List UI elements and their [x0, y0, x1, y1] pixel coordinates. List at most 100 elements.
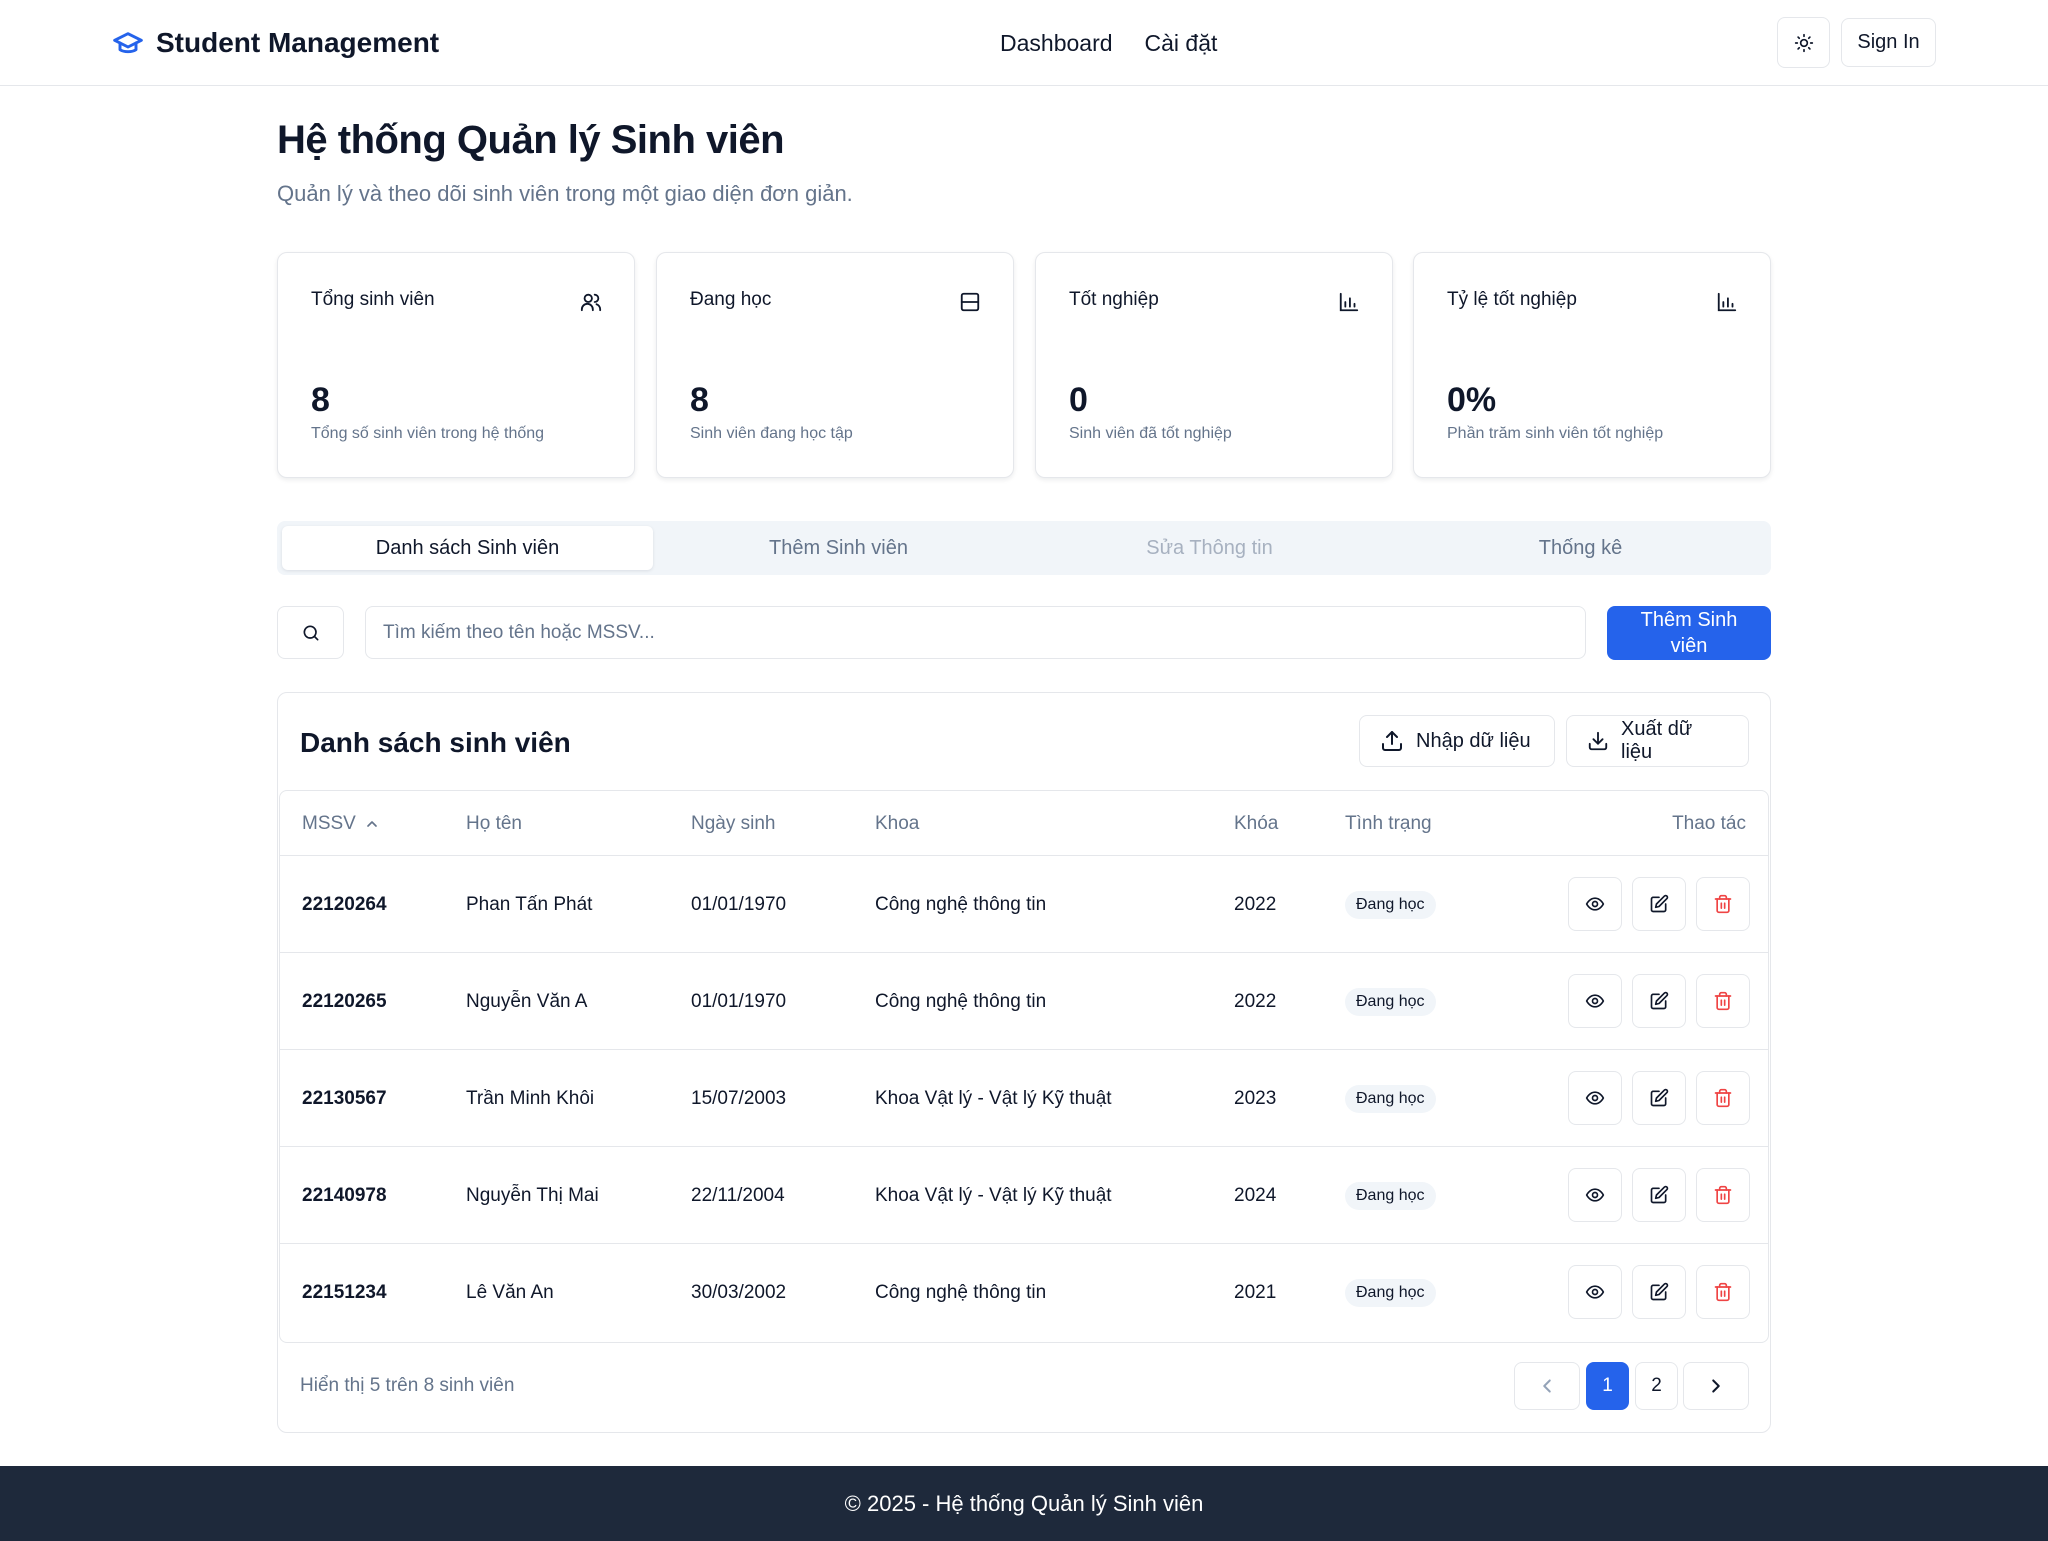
cell-dob: 30/03/2002 — [691, 1281, 787, 1303]
stat-description: Phần trăm sinh viên tốt nghiệp — [1447, 425, 1664, 442]
edit-button[interactable] — [1632, 1265, 1686, 1319]
edit-icon — [1649, 1185, 1669, 1205]
edit-icon — [1649, 991, 1669, 1011]
sign-in-button[interactable]: Sign In — [1841, 18, 1936, 67]
column-header-status: Tình trạng — [1345, 812, 1432, 834]
users-icon — [580, 291, 602, 313]
cell-name: Nguyễn Thị Mai — [466, 1184, 599, 1206]
trash-icon — [1713, 894, 1733, 914]
delete-button[interactable] — [1696, 1071, 1750, 1125]
cell-faculty: Công nghệ thông tin — [875, 893, 1047, 915]
graduation-cap-icon — [112, 27, 144, 59]
column-header-faculty: Khoa — [875, 812, 920, 834]
tab-edit-info: Sửa Thông tin — [1146, 536, 1273, 559]
stat-card-total: Tổng sinh viên 8 Tổng số sinh viên trong… — [277, 252, 635, 478]
student-table-panel: Danh sách sinh viên Nhập dữ liệu Xuất dữ… — [277, 692, 1771, 1433]
delete-button[interactable] — [1696, 877, 1750, 931]
table-row: 22120264 Phan Tấn Phát 01/01/1970 Công nghệ… — [280, 856, 1768, 953]
tab-student-list[interactable]: Danh sách Sinh viên — [282, 526, 653, 570]
tab-statistics[interactable]: Thống kê — [1395, 526, 1766, 570]
nav-settings[interactable]: Cài đặt — [1145, 30, 1218, 57]
status-badge: Đang học — [1345, 1084, 1436, 1113]
eye-icon — [1585, 1088, 1605, 1108]
cell-faculty: Khoa Vật lý - Vật lý Kỹ thuật — [875, 1184, 1112, 1206]
page-subtitle: Quản lý và theo dõi sinh viên trong một … — [277, 181, 853, 206]
prev-page-button[interactable] — [1514, 1362, 1580, 1410]
cell-mssv: 22140978 — [302, 1184, 387, 1206]
import-button[interactable]: Nhập dữ liệu — [1359, 715, 1555, 767]
search-button[interactable] — [277, 606, 344, 659]
search-input[interactable] — [365, 606, 1586, 659]
stat-title: Đang học — [690, 289, 772, 310]
table-title: Danh sách sinh viên — [300, 727, 571, 758]
table-header: MSSV Họ tên Ngày sinh Khoa Khóa Tình trạ… — [280, 791, 1768, 856]
column-header-year: Khóa — [1234, 812, 1279, 834]
view-button[interactable] — [1568, 1071, 1622, 1125]
cell-year: 2022 — [1234, 990, 1277, 1012]
edit-button[interactable] — [1632, 877, 1686, 931]
stat-description: Tổng số sinh viên trong hệ thống — [311, 425, 545, 442]
table-row: 22140978 Nguyễn Thị Mai 22/11/2004 Khoa Vật… — [280, 1147, 1768, 1244]
stat-card-graduated: Tốt nghiệp 0 Sinh viên đã tốt nghiệp — [1035, 252, 1393, 478]
stat-title: Tốt nghiệp — [1069, 289, 1159, 310]
tab-list: Danh sách Sinh viên Thêm Sinh viên Sửa T… — [277, 521, 1771, 575]
cell-year: 2021 — [1234, 1281, 1277, 1303]
table-row: 22120265 Nguyễn Văn A 01/01/1970 Công nghệ … — [280, 953, 1768, 1050]
delete-button[interactable] — [1696, 974, 1750, 1028]
theme-toggle-button[interactable] — [1777, 17, 1830, 68]
chevron-up-icon — [364, 816, 380, 832]
view-button[interactable] — [1568, 974, 1622, 1028]
edit-button[interactable] — [1632, 1071, 1686, 1125]
cell-dob: 01/01/1970 — [691, 990, 787, 1012]
nav-dashboard[interactable]: Dashboard — [1000, 30, 1113, 57]
brand-title: Student Management — [156, 27, 440, 58]
stat-description: Sinh viên đã tốt nghiệp — [1069, 425, 1232, 442]
cell-dob: 15/07/2003 — [691, 1087, 787, 1109]
cell-mssv: 22120264 — [302, 893, 387, 915]
cell-faculty: Khoa Vật lý - Vật lý Kỹ thuật — [875, 1087, 1112, 1109]
bar-chart-icon — [1716, 291, 1738, 313]
edit-button[interactable] — [1632, 1168, 1686, 1222]
trash-icon — [1713, 991, 1733, 1011]
pagination: 1 2 — [1514, 1362, 1749, 1410]
view-button[interactable] — [1568, 1168, 1622, 1222]
next-page-button[interactable] — [1683, 1362, 1749, 1410]
edit-button[interactable] — [1632, 974, 1686, 1028]
page-button-1[interactable]: 1 — [1586, 1362, 1629, 1410]
column-header-actions: Thao tác — [1672, 812, 1746, 834]
stat-card-graduation-rate: Tỷ lệ tốt nghiệp 0% Phần trăm sinh viên … — [1413, 252, 1771, 478]
export-button[interactable]: Xuất dữ liệu — [1566, 715, 1749, 767]
cell-faculty: Công nghệ thông tin — [875, 990, 1047, 1012]
chevron-left-icon — [1536, 1375, 1558, 1397]
edit-icon — [1649, 894, 1669, 914]
layout-icon — [959, 291, 981, 313]
table-row: 22130567 Trần Minh Khôi 15/07/2003 Khoa Vật… — [280, 1050, 1768, 1147]
cell-dob: 01/01/1970 — [691, 893, 787, 915]
sun-icon — [1794, 33, 1814, 53]
page-button-2[interactable]: 2 — [1635, 1362, 1678, 1410]
stat-value: 0 — [1069, 381, 1088, 419]
view-button[interactable] — [1568, 877, 1622, 931]
eye-icon — [1585, 1282, 1605, 1302]
tab-add-student[interactable]: Thêm Sinh viên — [653, 526, 1024, 570]
cell-faculty: Công nghệ thông tin — [875, 1281, 1047, 1303]
column-label: MSSV — [302, 812, 356, 834]
stat-value: 8 — [311, 381, 330, 419]
view-button[interactable] — [1568, 1265, 1622, 1319]
import-label: Nhập dữ liệu — [1416, 729, 1531, 752]
upload-icon — [1380, 729, 1404, 753]
stat-value: 8 — [690, 381, 709, 419]
delete-button[interactable] — [1696, 1265, 1750, 1319]
page-title: Hệ thống Quản lý Sinh viên — [277, 118, 785, 162]
search-icon — [301, 623, 321, 643]
cell-dob: 22/11/2004 — [691, 1184, 785, 1206]
table-summary: Hiển thị 5 trên 8 sinh viên — [300, 1375, 515, 1396]
cell-mssv: 22120265 — [302, 990, 387, 1012]
cell-name: Trần Minh Khôi — [466, 1087, 595, 1109]
brand[interactable]: Student Management — [112, 24, 439, 62]
cell-name: Nguyễn Văn A — [466, 990, 588, 1012]
column-header-mssv[interactable]: MSSV — [302, 791, 380, 856]
eye-icon — [1585, 991, 1605, 1011]
delete-button[interactable] — [1696, 1168, 1750, 1222]
add-student-button[interactable]: Thêm Sinh viên — [1607, 606, 1771, 660]
